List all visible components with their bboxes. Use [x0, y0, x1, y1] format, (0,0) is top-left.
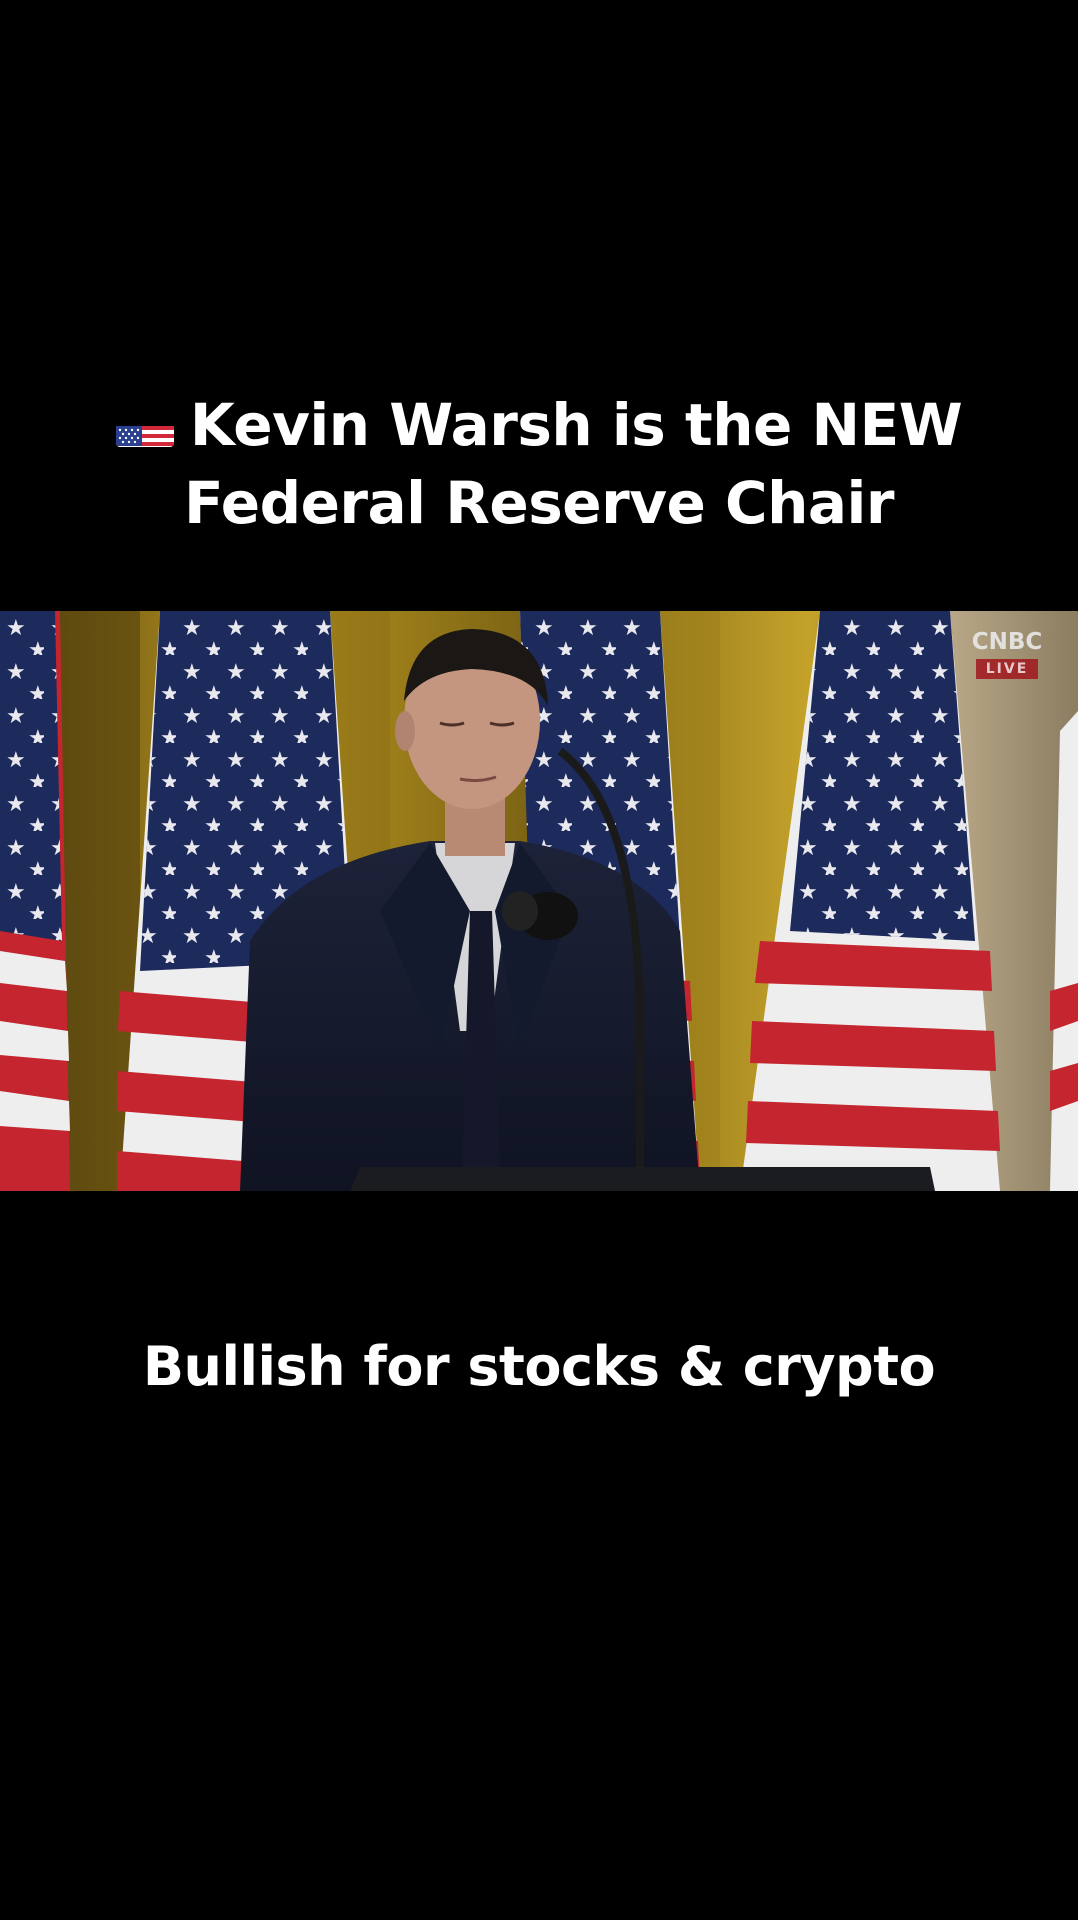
headline-line-1-text: Kevin Warsh is the NEW — [189, 391, 963, 459]
video-scene: ★ ★ — [0, 611, 1078, 1191]
headline-line-1: Kevin Warsh is the NEW — [0, 386, 1078, 464]
headline-line-2: Federal Reserve Chair — [183, 469, 895, 537]
flag-left — [0, 611, 70, 1191]
caption-text: Bullish for stocks & crypto — [142, 1335, 936, 1398]
podium — [350, 1167, 935, 1191]
headline-text: Kevin Warsh is the NEW Federal Reserve C… — [0, 386, 1078, 542]
news-video-frame[interactable]: ★ ★ — [0, 611, 1078, 1191]
us-flag-icon — [115, 407, 174, 447]
cnbc-live-logo: CNBC LIVE — [968, 627, 1046, 679]
live-badge: LIVE — [975, 659, 1039, 679]
video-post-frame: Kevin Warsh is the NEW Federal Reserve C… — [0, 0, 1078, 1920]
network-name: CNBC — [971, 629, 1043, 655]
